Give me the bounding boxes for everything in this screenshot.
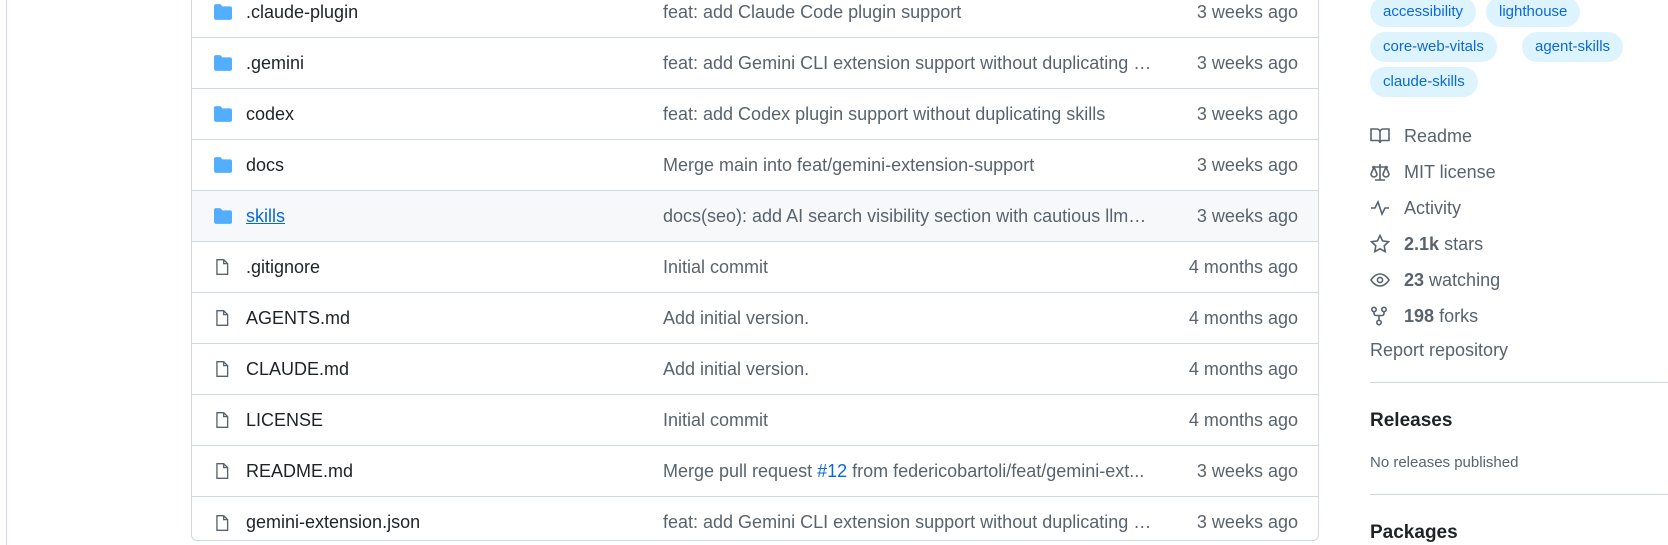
folder-icon: [192, 156, 246, 174]
forks-link[interactable]: 198 forks: [1370, 298, 1668, 334]
activity-link[interactable]: Activity: [1370, 190, 1668, 226]
watchers-link[interactable]: 23 watching: [1370, 262, 1668, 298]
readme-label: Readme: [1404, 125, 1473, 146]
commit-age: 3 weeks ago: [1196, 1, 1298, 22]
packages-heading[interactable]: Packages: [1370, 522, 1458, 544]
file-icon: [192, 308, 246, 328]
table-row[interactable]: CLAUDE.md Add initial version. 4 months …: [192, 344, 1318, 395]
forks-count: 198: [1404, 305, 1435, 326]
watching-count: 23: [1404, 269, 1425, 290]
stars-count: 2.1k: [1404, 233, 1440, 254]
commit-message-link[interactable]: Merge pull request #12 from federicobart…: [663, 461, 1153, 482]
star-icon: [1370, 234, 1404, 254]
folder-icon: [192, 3, 246, 21]
forks-label: forks: [1439, 305, 1479, 326]
folder-icon: [192, 54, 246, 72]
table-row[interactable]: codex feat: add Codex plugin support wit…: [192, 89, 1318, 140]
stars-label: stars: [1444, 233, 1484, 254]
file-table: .claude-plugin feat: add Claude Code plu…: [191, 0, 1319, 541]
readme-link[interactable]: Readme: [1370, 118, 1668, 154]
table-row[interactable]: .claude-plugin feat: add Claude Code plu…: [192, 0, 1318, 38]
file-name-link[interactable]: README.md: [246, 461, 663, 482]
license-label: MIT license: [1404, 161, 1496, 182]
commit-age: 3 weeks ago: [1196, 103, 1298, 124]
topic-tag[interactable]: agent-skills: [1522, 32, 1624, 62]
page-left-border: [6, 0, 7, 545]
file-icon: [192, 257, 246, 277]
table-row[interactable]: AGENTS.md Add initial version. 4 months …: [192, 293, 1318, 344]
file-name-link[interactable]: codex: [246, 104, 663, 125]
table-row[interactable]: .gitignore Initial commit 4 months ago: [192, 242, 1318, 293]
commit-age: 4 months ago: [1188, 358, 1298, 379]
file-name-link[interactable]: .gemini: [246, 53, 663, 74]
activity-label: Activity: [1404, 197, 1462, 218]
commit-age: 3 weeks ago: [1196, 154, 1298, 175]
file-name-link[interactable]: skills: [246, 206, 663, 227]
commit-age: 3 weeks ago: [1196, 205, 1298, 226]
commit-message-link[interactable]: feat: add Codex plugin support without d…: [663, 104, 1153, 125]
commit-message-link[interactable]: Initial commit: [663, 257, 1153, 278]
watching-label: watching: [1429, 269, 1501, 290]
commit-age: 4 months ago: [1188, 307, 1298, 328]
topics-list: accessibility lighthouse core-web-vitals…: [1370, 0, 1668, 100]
pulse-icon: [1370, 199, 1404, 217]
stars-link[interactable]: 2.1k stars: [1370, 226, 1668, 262]
commit-message-link[interactable]: feat: add Claude Code plugin support: [663, 2, 1153, 23]
table-row[interactable]: gemini-extension.json feat: add Gemini C…: [192, 497, 1318, 540]
topic-tag[interactable]: claude-skills: [1370, 67, 1478, 97]
table-row[interactable]: README.md Merge pull request #12 from fe…: [192, 446, 1318, 497]
divider: [1370, 494, 1668, 495]
file-name-link[interactable]: AGENTS.md: [246, 308, 663, 329]
file-name-link[interactable]: gemini-extension.json: [246, 512, 663, 533]
divider: [1370, 382, 1668, 383]
commit-message-link[interactable]: Initial commit: [663, 410, 1153, 431]
topic-tag[interactable]: accessibility: [1370, 0, 1477, 27]
license-link[interactable]: MIT license: [1370, 154, 1668, 190]
releases-empty-text: No releases published: [1370, 454, 1519, 471]
commit-age: 3 weeks ago: [1196, 512, 1298, 532]
topic-tag[interactable]: core-web-vitals: [1370, 32, 1497, 62]
commit-message-link[interactable]: feat: add Gemini CLI extension support w…: [663, 53, 1153, 74]
table-row[interactable]: .gemini feat: add Gemini CLI extension s…: [192, 38, 1318, 89]
repo-sidebar: accessibility lighthouse core-web-vitals…: [1370, 0, 1668, 545]
file-name-link[interactable]: CLAUDE.md: [246, 359, 663, 380]
folder-icon: [192, 207, 246, 225]
pull-request-link[interactable]: #12: [817, 461, 847, 481]
file-name-link[interactable]: .claude-plugin: [246, 2, 663, 23]
commit-age: 4 months ago: [1188, 256, 1298, 277]
file-icon: [192, 359, 246, 379]
folder-icon: [192, 105, 246, 123]
commit-message-link[interactable]: Merge main into feat/gemini-extension-su…: [663, 155, 1153, 176]
file-name-link[interactable]: docs: [246, 155, 663, 176]
eye-icon: [1370, 272, 1404, 288]
book-icon: [1370, 127, 1404, 145]
file-name-link[interactable]: LICENSE: [246, 410, 663, 431]
commit-message-link[interactable]: feat: add Gemini CLI extension support w…: [663, 512, 1153, 533]
table-row[interactable]: skills docs(seo): add AI search visibili…: [192, 191, 1318, 242]
table-row[interactable]: LICENSE Initial commit 4 months ago: [192, 395, 1318, 446]
table-row[interactable]: docs Merge main into feat/gemini-extensi…: [192, 140, 1318, 191]
commit-message-suffix[interactable]: from federicobartoli/feat/gemini-ext...: [847, 461, 1144, 481]
commit-age: 4 months ago: [1188, 409, 1298, 430]
report-repository-link[interactable]: Report repository: [1370, 340, 1508, 361]
topic-tag[interactable]: lighthouse: [1486, 0, 1581, 27]
commit-message-prefix[interactable]: Merge pull request: [663, 461, 817, 481]
releases-heading[interactable]: Releases: [1370, 410, 1452, 432]
about-list: Readme MIT license Activity 2.1k stars 2…: [1370, 118, 1668, 334]
commit-message-link[interactable]: Add initial version.: [663, 359, 1153, 380]
file-icon: [192, 410, 246, 430]
commit-age: 3 weeks ago: [1196, 460, 1298, 481]
file-name-link[interactable]: .gitignore: [246, 257, 663, 278]
commit-message-link[interactable]: docs(seo): add AI search visibility sect…: [663, 206, 1153, 227]
file-icon: [192, 461, 246, 481]
file-icon: [192, 513, 246, 533]
commit-age: 3 weeks ago: [1196, 52, 1298, 73]
fork-icon: [1370, 306, 1404, 326]
commit-message-link[interactable]: Add initial version.: [663, 308, 1153, 329]
law-icon: [1370, 163, 1404, 181]
